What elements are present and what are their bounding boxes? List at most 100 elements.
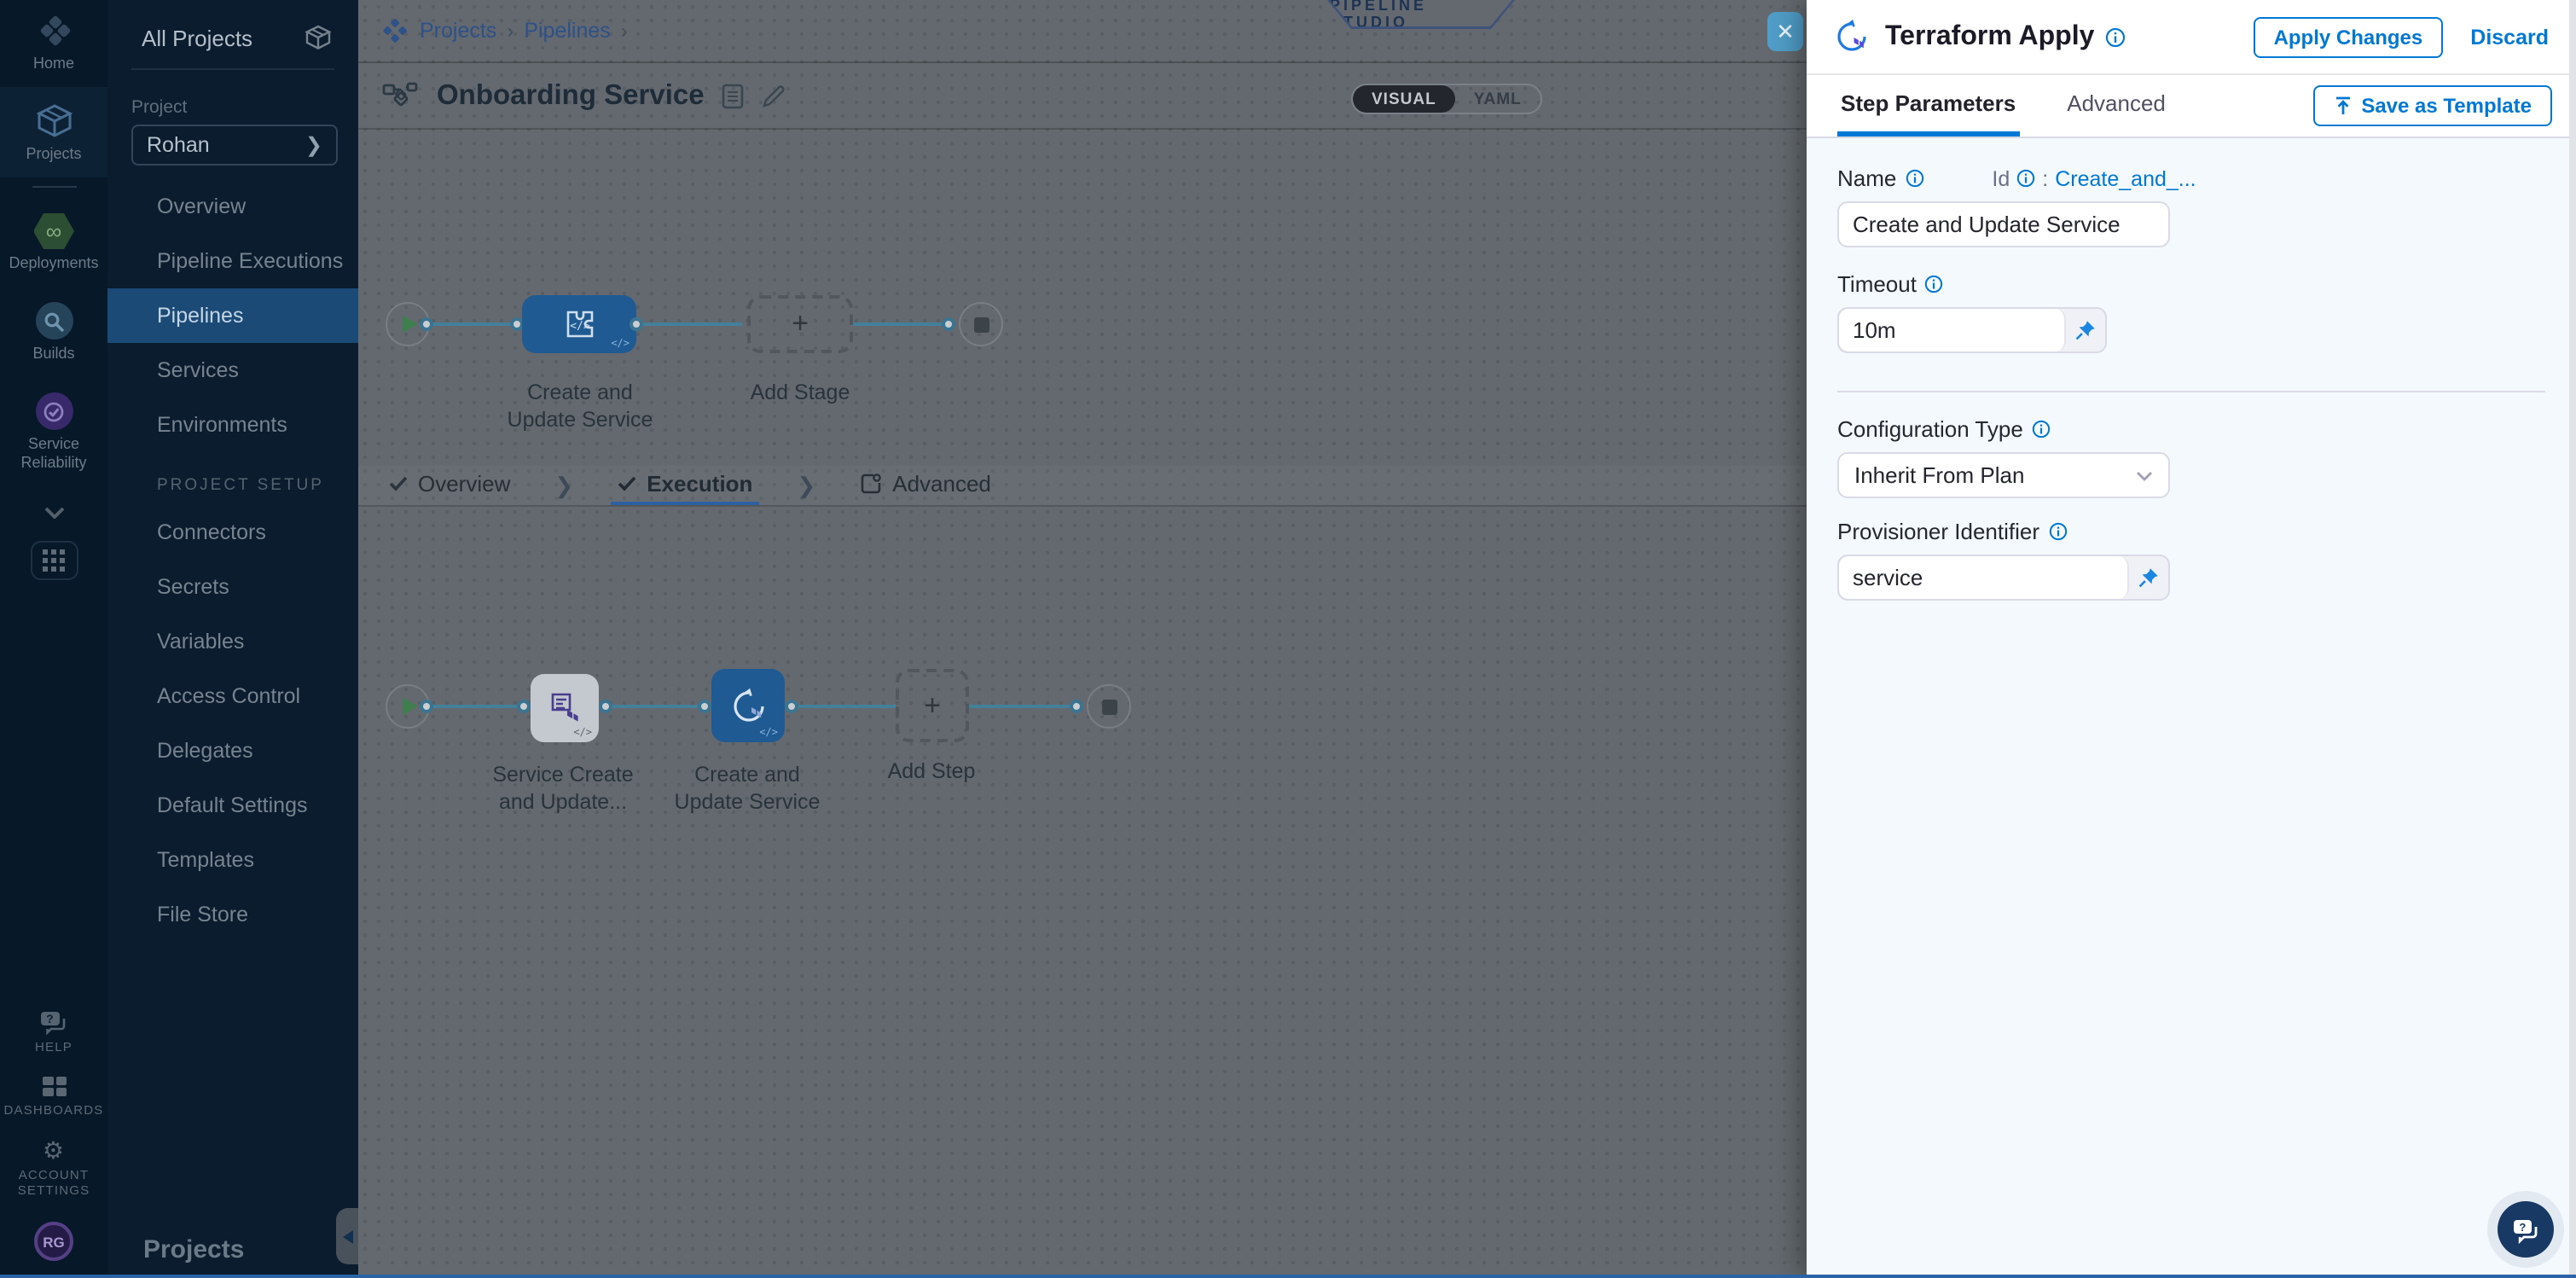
tab-advanced[interactable]: Advanced: [2063, 75, 2169, 137]
pipeline-title-bar: Onboarding Service: [358, 63, 1807, 130]
sidebar-item-delegates[interactable]: Delegates: [107, 723, 358, 778]
connector-port: [599, 700, 612, 713]
sidebar-item-secrets[interactable]: Secrets: [107, 560, 358, 614]
sidebar-item-pipeline-executions[interactable]: Pipeline Executions: [107, 234, 358, 288]
harness-logo-icon: [382, 18, 408, 44]
step-node-terraform-plan[interactable]: </>: [531, 674, 599, 742]
pipeline-studio-badge-label: PIPELINE STUDIO: [1330, 0, 1512, 31]
deployments-icon: ∞: [33, 213, 74, 249]
config-type-select[interactable]: Inherit From Plan: [1837, 452, 2170, 498]
tab-overview[interactable]: Overview: [382, 466, 517, 505]
apps-grid-button[interactable]: [0, 534, 107, 587]
discard-button[interactable]: Discard: [2470, 25, 2549, 49]
sidebar-item-templates[interactable]: Templates: [107, 833, 358, 887]
toggle-visual[interactable]: VISUAL: [1353, 85, 1455, 113]
svg-text:?: ?: [2518, 1220, 2525, 1233]
tab-step-parameters[interactable]: Step Parameters: [1837, 75, 2019, 137]
config-type-field-label: Configuration Type: [1837, 416, 2545, 442]
rail-collapse-toggle[interactable]: [0, 486, 107, 534]
edit-pencil-icon[interactable]: [761, 83, 786, 108]
custom-stage-icon: </>: [560, 307, 598, 341]
breadcrumb-projects-link[interactable]: Projects: [420, 19, 496, 43]
sidebar-item-services[interactable]: Services: [107, 343, 358, 398]
add-stage-button[interactable]: +: [747, 295, 853, 353]
connector-line: [798, 705, 896, 708]
name-input[interactable]: [1837, 201, 2170, 247]
timeout-input[interactable]: [1839, 309, 2066, 351]
add-step-label: Add Step: [829, 758, 1034, 785]
pipeline-end-node[interactable]: [959, 302, 1003, 346]
rail-item-dashboards[interactable]: DASHBOARDS: [0, 1065, 107, 1128]
project-setup-heading: PROJECT SETUP: [107, 476, 358, 495]
info-icon[interactable]: [1925, 275, 1944, 293]
sidebar-item-file-store[interactable]: File Store: [107, 887, 358, 942]
rail-item-projects[interactable]: Projects: [0, 87, 107, 177]
info-icon[interactable]: [2016, 169, 2035, 188]
stop-icon: [973, 317, 989, 332]
sidebar-item-access-control[interactable]: Access Control: [107, 669, 358, 723]
tab-execution[interactable]: Execution: [611, 466, 759, 505]
stage-label: Create andUpdate Service: [478, 379, 682, 433]
step-id-link[interactable]: Create_and_...: [2055, 166, 2196, 190]
drawer-scrollbar[interactable]: [2569, 0, 2576, 1278]
connector-port: [517, 700, 531, 713]
user-avatar[interactable]: RG: [34, 1222, 73, 1261]
cube-icon: [33, 102, 74, 140]
step-id-block: Id : Create_and_...: [1992, 166, 2196, 190]
sidebar-item-environments[interactable]: Environments: [107, 398, 358, 452]
rail-item-account-settings[interactable]: ⚙ ACCOUNT SETTINGS: [0, 1128, 107, 1208]
sidebar-divider: [131, 68, 334, 70]
close-studio-button[interactable]: ✕: [1767, 12, 1803, 51]
sidebar-item-overview[interactable]: Overview: [107, 179, 358, 234]
timeout-pin-button[interactable]: [2066, 309, 2105, 351]
breadcrumb-pipelines-link[interactable]: Pipelines: [524, 19, 610, 43]
chevron-down-icon: [2136, 470, 2153, 480]
notes-icon[interactable]: [722, 83, 744, 108]
rail-item-help[interactable]: ? HELP: [0, 1000, 107, 1065]
sidebar-item-default-settings[interactable]: Default Settings: [107, 778, 358, 833]
connector-port: [698, 700, 711, 713]
pipeline-title: Onboarding Service: [437, 79, 705, 112]
help-chat-button[interactable]: ?: [2498, 1201, 2554, 1258]
provisioner-pin-button[interactable]: [2129, 556, 2168, 599]
code-badge-icon: </>: [759, 727, 778, 739]
rail-item-label: Home: [33, 55, 74, 72]
sidebar-item-pipelines[interactable]: Pipelines: [107, 288, 358, 343]
rail-divider: [32, 186, 76, 188]
drawer-body: Name Id : Create_and_... Timeout: [1807, 138, 2576, 628]
info-icon[interactable]: [2032, 420, 2051, 439]
project-selector[interactable]: Rohan ❯: [131, 125, 338, 166]
rail-item-builds[interactable]: Builds: [0, 287, 107, 377]
svg-text:</>: </>: [569, 320, 589, 333]
stop-icon: [1101, 699, 1117, 714]
stage-node-create-and-update-service[interactable]: </> </>: [522, 295, 636, 353]
sidebar-collapse-handle[interactable]: [336, 1208, 358, 1264]
info-icon[interactable]: [2048, 522, 2067, 541]
step-node-terraform-apply-selected[interactable]: </>: [711, 669, 785, 742]
all-projects-link[interactable]: All Projects: [142, 25, 252, 50]
info-icon[interactable]: [2104, 26, 2125, 47]
tab-advanced[interactable]: Advanced: [853, 466, 998, 505]
rail-item-deployments[interactable]: ∞ Deployments: [0, 198, 107, 287]
cube-icon: [304, 24, 333, 51]
sidebar-item-variables[interactable]: Variables: [107, 614, 358, 669]
apply-changes-button[interactable]: Apply Changes: [2254, 16, 2444, 57]
provisioner-input[interactable]: [1839, 556, 2129, 599]
terraform-apply-icon: [728, 685, 769, 726]
rail-item-label: ACCOUNT SETTINGS: [15, 1167, 93, 1198]
toggle-yaml[interactable]: YAML: [1455, 85, 1540, 113]
pipeline-graph-icon: [382, 82, 420, 109]
connector-line: [612, 705, 698, 708]
add-step-button[interactable]: +: [896, 669, 969, 742]
project-sidebar: All Projects Project Rohan ❯ Overview Pi…: [107, 0, 358, 1278]
sidebar-item-connectors[interactable]: Connectors: [107, 505, 358, 560]
sidebar-footer-title: Projects: [143, 1235, 244, 1264]
svg-text:?: ?: [45, 1012, 54, 1025]
rail-item-label: Deployments: [9, 254, 98, 271]
execution-end-node[interactable]: [1087, 684, 1131, 729]
save-as-template-button[interactable]: Save as Template: [2313, 85, 2552, 126]
info-icon[interactable]: [1905, 169, 1923, 188]
check-icon: [618, 476, 636, 491]
rail-item-home[interactable]: Home: [0, 0, 107, 87]
rail-item-service-reliability[interactable]: Service Reliability: [0, 377, 107, 486]
